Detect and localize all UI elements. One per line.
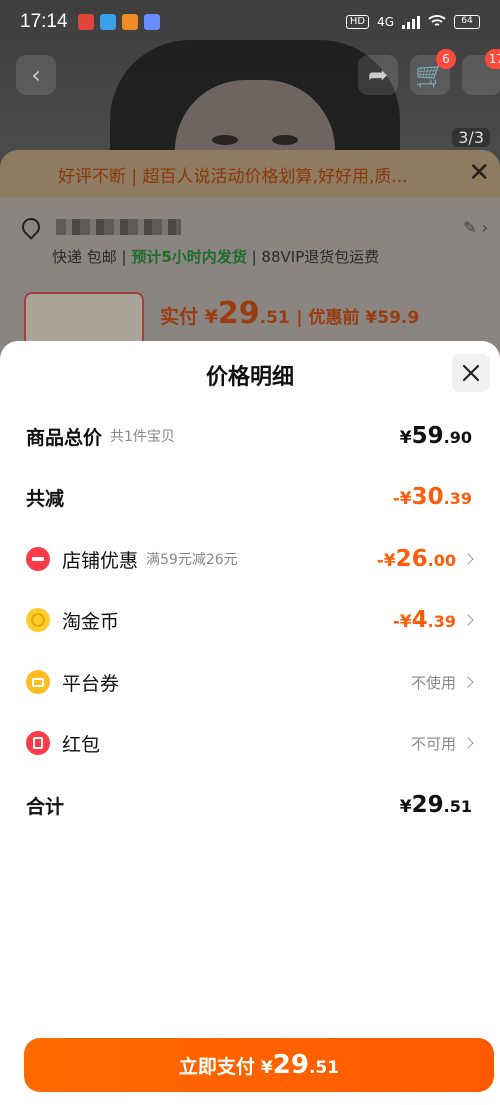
row-shop-discount[interactable]: 店铺优惠 满59元减26元 -¥ 26.00	[0, 539, 500, 579]
row-total-discount: 共减 -¥ 30.39	[0, 477, 500, 517]
currency: ¥	[260, 1058, 273, 1078]
currency: -¥	[392, 612, 412, 632]
pay-now-label: 立即支付	[178, 1056, 255, 1078]
amount-dec: .39	[427, 612, 456, 631]
notification-app-icon	[121, 14, 138, 30]
close-icon	[462, 364, 480, 382]
red-packet-icon	[26, 731, 50, 755]
status-time: 17:14	[20, 11, 68, 32]
row-label: 合计	[26, 795, 65, 818]
row-red-packet[interactable]: 红包 不可用	[0, 723, 500, 763]
pay-summary: 实付 ¥29.51 | 优惠前 ¥59.9	[160, 296, 419, 331]
chevron-right-icon	[462, 553, 474, 565]
amount-int: 29	[411, 792, 444, 818]
close-icon[interactable]: ✕	[468, 158, 490, 188]
row-label: 淘金币	[62, 610, 120, 633]
amount-dec: .00	[427, 551, 456, 570]
amount-int: 26	[395, 546, 428, 572]
notification-app-icon	[143, 14, 160, 30]
row-gold-coin[interactable]: 淘金币 -¥ 4.39	[0, 600, 500, 640]
back-button[interactable]: ‹	[16, 55, 56, 95]
amount-dec: .51	[308, 1058, 340, 1078]
row-label: 共减	[26, 487, 65, 510]
row-sub: 满59元减26元	[146, 552, 238, 568]
shipping-time: 预计5小时内发货	[131, 248, 247, 266]
edit-icon[interactable]: ✎ ›	[463, 218, 488, 237]
currency: ¥	[399, 428, 412, 448]
row-label: 商品总价	[26, 426, 103, 449]
row-label: 红包	[62, 733, 101, 756]
shipping-info: 快递 包邮 | 预计5小时内发货 | 88VIP退货包运费	[52, 248, 380, 266]
battery-indicator: 64	[454, 15, 480, 29]
location-pin-icon	[18, 214, 44, 240]
row-sub: 共1件宝贝	[110, 429, 175, 445]
currency: ¥	[399, 797, 412, 817]
wifi-icon	[428, 14, 446, 31]
close-button[interactable]	[452, 354, 490, 392]
review-banner-text: 好评不断 | 超百人说活动价格划算,好好用,质...	[58, 166, 408, 187]
chevron-right-icon	[462, 614, 474, 626]
row-label: 平台券	[62, 672, 120, 695]
shop-coupon-icon	[26, 547, 50, 571]
share-button[interactable]: ➦	[358, 55, 398, 95]
chevron-right-icon	[462, 737, 474, 749]
row-label: 店铺优惠	[62, 549, 139, 572]
cart-badge: 6	[436, 49, 456, 69]
hd-indicator: HD	[345, 15, 370, 29]
price-detail-sheet: 价格明细 商品总价 共1件宝贝 ¥59.90 共减 -¥ 30.39 店铺优惠 满…	[0, 341, 500, 1105]
notification-app-icon	[99, 14, 116, 30]
notification-app-icon	[77, 14, 94, 30]
row-total: 合计 ¥29.51	[0, 785, 500, 825]
cart-button[interactable]: 🛒 6	[410, 49, 456, 95]
status-bar: 17:14 HD 4G 64	[0, 0, 500, 44]
row-value: -¥ 4.39	[393, 607, 456, 633]
image-counter: 3/3	[452, 128, 490, 147]
pay-int: 29	[217, 296, 260, 331]
signal-icon	[402, 15, 420, 29]
return-policy: 88VIP退货包运费	[261, 248, 380, 266]
amount-int: 30	[411, 484, 444, 510]
network-type: 4G	[377, 15, 394, 29]
pay-label: 实付	[160, 306, 199, 328]
chevron-left-icon: ‹	[31, 61, 41, 89]
chevron-right-icon	[462, 676, 474, 688]
photo-eye-right	[272, 135, 298, 145]
address-blurred	[56, 219, 181, 235]
row-status: 不可用	[410, 734, 456, 753]
row-platform-voucher[interactable]: 平台券 不使用	[0, 662, 500, 702]
row-value: ¥59.90	[400, 423, 472, 449]
row-value: -¥ 26.00	[377, 546, 456, 572]
review-banner: 好评不断 | 超百人说活动价格划算,好好用,质...	[0, 150, 500, 198]
currency: -¥	[376, 551, 396, 571]
sheet-title: 价格明细	[205, 365, 294, 390]
row-value: ¥29.51	[400, 792, 472, 818]
pay-now-button[interactable]: 立即支付 ¥29.51	[24, 1038, 494, 1092]
share-icon: ➦	[367, 61, 389, 89]
currency: -¥	[392, 489, 412, 509]
more-button[interactable]: 17	[462, 49, 500, 95]
row-value: -¥ 30.39	[393, 484, 472, 510]
row-status: 不使用	[410, 673, 456, 692]
amount-int: 29	[272, 1050, 309, 1080]
amount-dec: .39	[443, 489, 472, 508]
original-price: | 优惠前 ¥59.9	[296, 308, 420, 328]
photo-eye-left	[212, 135, 238, 145]
amount-int: 4	[411, 607, 428, 633]
amount-dec: .51	[443, 797, 472, 816]
more-badge: 17	[484, 49, 500, 69]
address-row[interactable]: ✎ ›	[18, 212, 488, 242]
row-subtotal: 商品总价 共1件宝贝 ¥59.90	[0, 416, 500, 456]
platform-voucher-icon	[26, 670, 50, 694]
amount-int: 59	[411, 423, 444, 449]
shipping-method: 快递 包邮	[52, 248, 117, 266]
gold-coin-icon	[26, 608, 50, 632]
pay-currency: ¥	[204, 306, 218, 328]
amount-dec: .90	[443, 428, 472, 447]
pay-dec: .51	[259, 308, 290, 328]
